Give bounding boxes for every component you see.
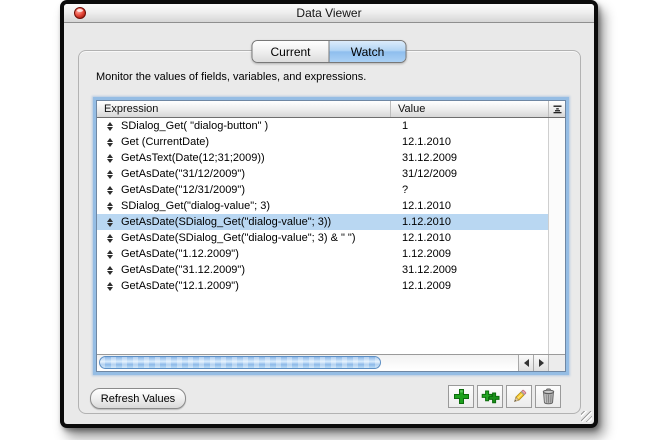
up-down-arrows-icon[interactable]: [105, 137, 114, 147]
table-row[interactable]: Get (CurrentDate) 12.1.2010: [97, 134, 548, 150]
vertical-scrollbar[interactable]: [548, 118, 565, 354]
expression-cell: GetAsDate("1.12.2009"): [121, 248, 239, 260]
table-row[interactable]: GetAsDate(SDialog_Get("dialog-value"; 3)…: [97, 230, 548, 246]
tab-watch[interactable]: Watch: [328, 41, 406, 62]
table-row[interactable]: GetAsDate("12.1.2009") 12.1.2009: [97, 278, 548, 294]
up-down-arrows-icon[interactable]: [105, 185, 114, 195]
edit-expression-button[interactable]: [506, 385, 532, 408]
value-cell: 12.1.2009: [402, 280, 451, 292]
pencil-icon: [513, 389, 526, 402]
value-cell: 31.12.2009: [402, 264, 458, 276]
watch-table: Expression Value SDialog_Get( "dialog-bu…: [96, 100, 566, 372]
value-cell: 1.12.2009: [402, 248, 451, 260]
expression-cell: SDialog_Get("dialog-value"; 3): [121, 200, 271, 212]
table-row[interactable]: GetAsDate("12/31/2009") ?: [97, 182, 548, 198]
table-row[interactable]: SDialog_Get("dialog-value"; 3) 12.1.2010: [97, 198, 548, 214]
table-row[interactable]: GetAsDate(SDialog_Get("dialog-value"; 3)…: [97, 214, 548, 230]
titlebar: Data Viewer: [64, 4, 594, 23]
up-down-arrows-icon[interactable]: [105, 265, 114, 275]
value-cell: 31.12.2009: [402, 152, 458, 164]
tab-bar: Current Watch: [251, 40, 407, 63]
column-header-expression: Expression: [97, 101, 391, 117]
delete-expression-button[interactable]: [535, 385, 561, 408]
value-cell: 12.1.2010: [402, 200, 451, 212]
value-cell: ?: [402, 184, 409, 196]
value-cell: 31/12/2009: [402, 168, 458, 180]
horizontal-scrollbar-track[interactable]: [97, 355, 518, 371]
table-header: Expression Value: [97, 101, 565, 118]
tab-current[interactable]: Current: [252, 41, 329, 62]
scroll-left-button[interactable]: [518, 355, 533, 371]
trash-icon: [542, 388, 554, 405]
up-down-arrows-icon[interactable]: [105, 249, 114, 259]
expression-cell: GetAsDate("31/12/2009"): [121, 168, 245, 180]
expression-cell: GetAsDate("12.1.2009"): [121, 280, 239, 292]
add-expression-button[interactable]: [448, 385, 474, 408]
value-cell: 1: [402, 120, 409, 132]
horizontal-scrollbar: [97, 354, 565, 371]
scroll-right-button[interactable]: [533, 355, 548, 371]
expression-cell: Get (CurrentDate): [121, 136, 210, 148]
up-down-arrows-icon[interactable]: [105, 233, 114, 243]
duplicate-expression-button[interactable]: [477, 385, 503, 408]
expression-cell: GetAsText(Date(12;31;2009)): [121, 152, 265, 164]
table-row[interactable]: GetAsDate("31/12/2009") 31/12/2009: [97, 166, 548, 182]
up-down-arrows-icon[interactable]: [105, 153, 114, 163]
table-row[interactable]: SDialog_Get( "dialog-button" ) 1: [97, 118, 548, 134]
action-bar: [448, 385, 561, 408]
expression-cell: GetAsDate(SDialog_Get("dialog-value"; 3)…: [121, 216, 332, 228]
refresh-values-button[interactable]: Refresh Values: [90, 388, 186, 409]
value-cell: 12.1.2010: [402, 232, 451, 244]
data-viewer-window: Data Viewer Current Watch Monitor the va…: [60, 0, 598, 428]
plus-icon: [453, 389, 469, 404]
resize-grip[interactable]: [581, 411, 592, 422]
up-down-arrows-icon[interactable]: [105, 281, 114, 291]
table-row[interactable]: GetAsDate("31.12.2009") 31.12.2009: [97, 262, 548, 278]
expression-cell: GetAsDate(SDialog_Get("dialog-value"; 3)…: [121, 232, 356, 244]
table-row[interactable]: GetAsDate("1.12.2009") 1.12.2009: [97, 246, 548, 262]
scrollbar-corner: [548, 355, 565, 371]
table-body: SDialog_Get( "dialog-button" ) 1 Get (Cu…: [97, 118, 548, 354]
expression-cell: GetAsDate("31.12.2009"): [121, 264, 245, 276]
expression-cell: SDialog_Get( "dialog-button" ): [121, 120, 269, 132]
value-cell: 1.12.2010: [402, 216, 451, 228]
column-header-value: Value: [398, 103, 426, 115]
up-down-arrows-icon[interactable]: [105, 217, 114, 227]
window-chrome: Data Viewer Current Watch Monitor the va…: [64, 4, 594, 424]
sort-icon[interactable]: [548, 101, 565, 117]
table-row[interactable]: GetAsText(Date(12;31;2009)) 31.12.2009: [97, 150, 548, 166]
double-plus-icon: [481, 390, 499, 404]
value-cell: 12.1.2010: [402, 136, 451, 148]
up-down-arrows-icon[interactable]: [105, 201, 114, 211]
expression-cell: GetAsDate("12/31/2009"): [121, 184, 245, 196]
description-text: Monitor the values of fields, variables,…: [96, 71, 367, 83]
window-title: Data Viewer: [296, 6, 362, 20]
horizontal-scrollbar-thumb[interactable]: [99, 356, 381, 369]
up-down-arrows-icon[interactable]: [105, 121, 114, 131]
up-down-arrows-icon[interactable]: [105, 169, 114, 179]
